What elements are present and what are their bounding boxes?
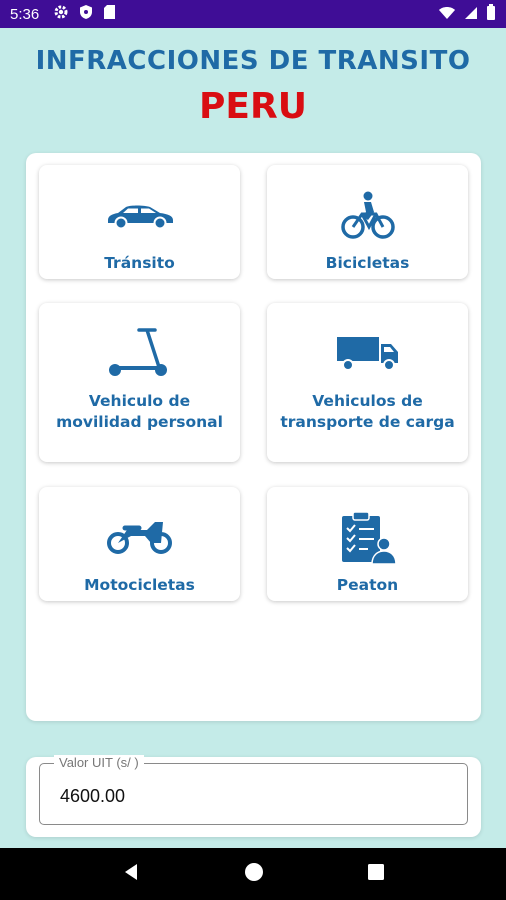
card-label: Peaton <box>336 576 399 594</box>
motorcycle-icon <box>105 509 175 565</box>
card-peaton[interactable]: Peaton <box>267 487 468 601</box>
card-label: Bicicletas <box>325 254 410 272</box>
card-motocicletas[interactable]: Motocicletas <box>39 487 240 601</box>
back-icon[interactable] <box>121 862 141 886</box>
uit-value-input[interactable]: 4600.00 <box>60 786 440 807</box>
card-label: Motocicletas <box>84 576 195 594</box>
navigation-bar <box>0 848 506 900</box>
app-title: INFRACCIONES DE TRANSITO <box>35 46 471 76</box>
wifi-icon <box>438 5 456 24</box>
card-label: Vehiculo de movilidad personal <box>56 392 223 431</box>
bicycle-icon <box>340 187 396 243</box>
card-label: Vehiculos de transporte de carga <box>280 392 455 431</box>
status-time: 5:36 <box>10 5 40 23</box>
sd-card-icon <box>103 4 116 24</box>
shield-icon <box>79 4 93 24</box>
signal-icon <box>464 5 478 24</box>
status-bar: 5:36 <box>0 0 506 28</box>
category-panel: Tránsito Bicicletas Vehiculo de movilida… <box>26 153 481 721</box>
card-transporte-carga[interactable]: Vehiculos de transporte de carga <box>267 303 468 462</box>
card-label: Tránsito <box>104 254 175 272</box>
uit-field[interactable]: Valor UIT (s/ ) 4600.00 <box>39 755 468 825</box>
scooter-icon <box>107 325 173 381</box>
app-subtitle: PERU <box>199 86 307 127</box>
card-movilidad-personal[interactable]: Vehiculo de movilidad personal <box>39 303 240 462</box>
truck-icon <box>336 325 400 381</box>
recents-icon[interactable] <box>367 863 385 885</box>
home-icon[interactable] <box>244 862 264 886</box>
battery-icon <box>486 4 496 24</box>
car-icon <box>104 187 176 243</box>
gear-icon <box>53 4 69 24</box>
uit-panel: Valor UIT (s/ ) 4600.00 <box>26 755 481 837</box>
uit-field-label: Valor UIT (s/ ) <box>54 755 144 770</box>
pedestrian-checklist-icon <box>338 509 398 565</box>
card-bicicletas[interactable]: Bicicletas <box>267 165 468 279</box>
card-transito[interactable]: Tránsito <box>39 165 240 279</box>
